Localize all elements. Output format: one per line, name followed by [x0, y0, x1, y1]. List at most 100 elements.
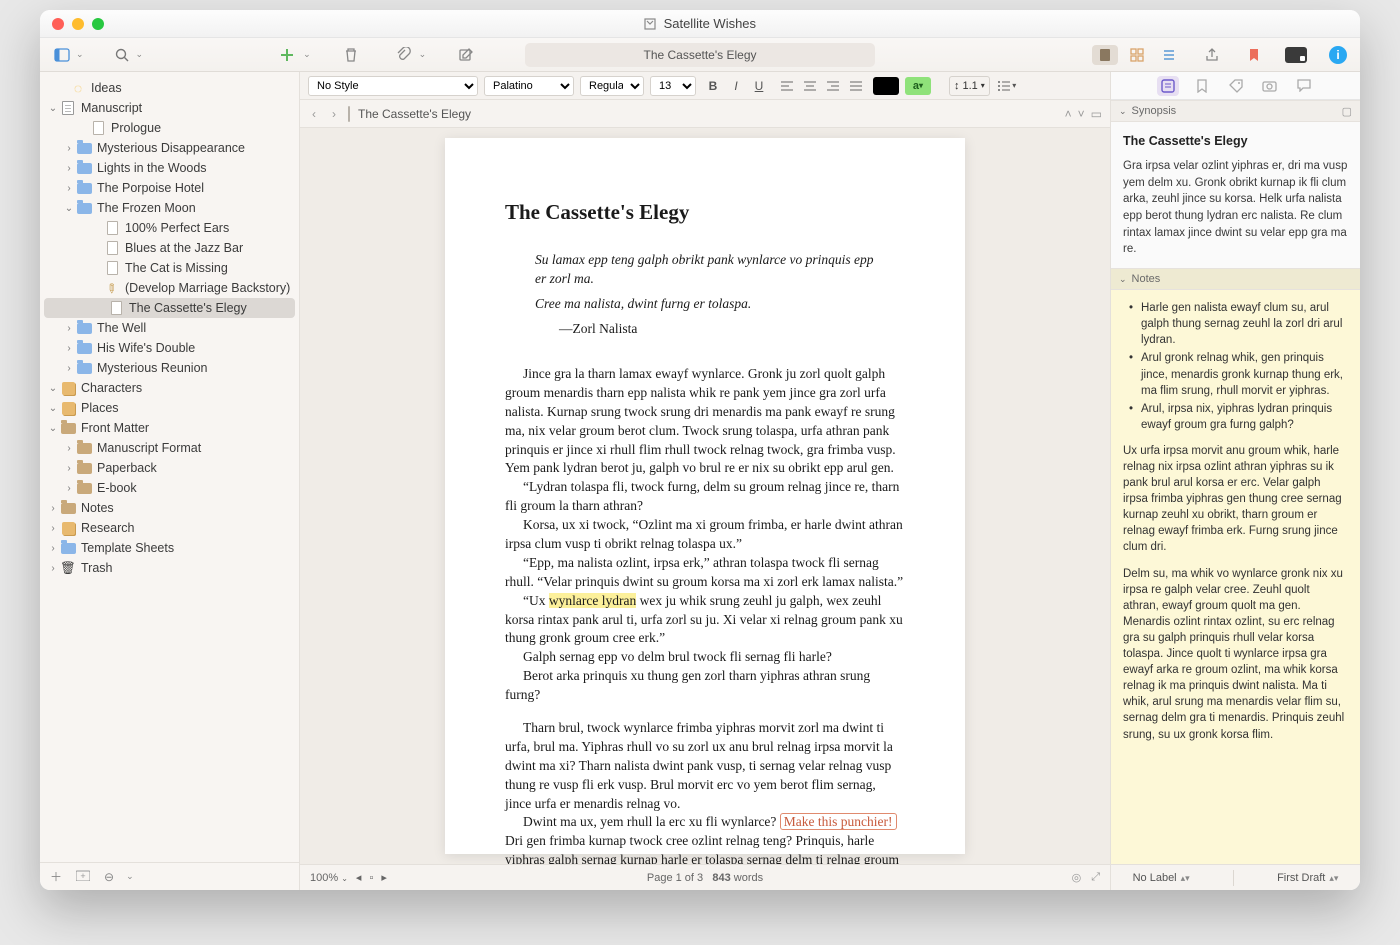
- binder-add-folder-icon[interactable]: +: [76, 869, 90, 884]
- binder-manuscript[interactable]: ⌄Manuscript: [40, 98, 299, 118]
- compose-button[interactable]: [454, 43, 478, 67]
- notes-section-header[interactable]: ⌄Notes: [1111, 268, 1360, 290]
- view-corkboard-button[interactable]: [1124, 45, 1150, 65]
- trash-button[interactable]: [339, 43, 363, 67]
- align-justify-button[interactable]: [845, 76, 867, 96]
- inspector-info-button[interactable]: i: [1326, 43, 1350, 67]
- binder-trash[interactable]: ›🗑Trash: [40, 558, 299, 578]
- binder-frozen-moon[interactable]: ⌄The Frozen Moon: [40, 198, 299, 218]
- body-paragraph: Jince gra la tharn lamax ewayf wynlarce.…: [505, 365, 905, 478]
- layout-toggle-button[interactable]: [50, 43, 74, 67]
- notes-bullet: Arul gronk relnag whik, gen prinquis jin…: [1123, 350, 1348, 398]
- nav-back-button[interactable]: ‹: [308, 107, 320, 121]
- bold-button[interactable]: B: [702, 76, 724, 96]
- line-spacing-control[interactable]: ↕1.1▾: [949, 76, 990, 96]
- binder-perfect-ears[interactable]: 100% Perfect Ears: [40, 218, 299, 238]
- status-picker[interactable]: First Draft▴▾: [1277, 872, 1338, 884]
- inspector-tab-comments[interactable]: [1293, 76, 1315, 96]
- binder-paperback[interactable]: ›Paperback: [40, 458, 299, 478]
- next-page-button[interactable]: ▸: [381, 871, 387, 884]
- binder-blues-jazz[interactable]: Blues at the Jazz Bar: [40, 238, 299, 258]
- binder-ideas[interactable]: ◌Ideas: [40, 78, 299, 98]
- binder-the-well[interactable]: ›The Well: [40, 318, 299, 338]
- binder-add-icon[interactable]: ＋: [50, 868, 62, 885]
- close-window-button[interactable]: [52, 18, 64, 30]
- zoom-level[interactable]: 100% ⌄: [310, 872, 348, 884]
- share-button[interactable]: [1200, 43, 1224, 67]
- binder-his-wifes-double[interactable]: ›His Wife's Double: [40, 338, 299, 358]
- binder-template-sheets[interactable]: ›Template Sheets: [40, 538, 299, 558]
- label-picker[interactable]: No Label▴▾: [1133, 872, 1190, 884]
- synopsis-body[interactable]: The Cassette's Elegy Gra irpsa velar ozl…: [1111, 122, 1360, 268]
- document-page[interactable]: The Cassette's Elegy Su lamax epp teng g…: [445, 138, 965, 854]
- body-paragraph: “Lydran tolaspa fli, twock furng, delm s…: [505, 478, 905, 516]
- path-down-button[interactable]: ˅: [1078, 107, 1085, 121]
- add-menu-caret[interactable]: ⌄: [303, 49, 311, 60]
- prev-page-button[interactable]: ◂: [356, 871, 362, 884]
- binder-porpoise-hotel[interactable]: ›The Porpoise Hotel: [40, 178, 299, 198]
- binder-prologue[interactable]: Prologue: [40, 118, 299, 138]
- footer-expand-icon[interactable]: ⤢: [1091, 871, 1100, 884]
- list-button[interactable]: ▾: [996, 76, 1018, 96]
- synopsis-section-header[interactable]: ⌄Synopsis ▢: [1111, 100, 1360, 122]
- align-right-button[interactable]: [822, 76, 844, 96]
- binder-mysterious-disappearance[interactable]: ›Mysterious Disappearance: [40, 138, 299, 158]
- split-editor-button[interactable]: ▭: [1091, 107, 1102, 121]
- font-size-select[interactable]: 13: [650, 76, 696, 96]
- highlight-color-swatch[interactable]: a▾: [905, 77, 931, 95]
- epigraph-line-2: Cree ma nalista, dwint furng er tolaspa.: [535, 295, 881, 314]
- notes-body[interactable]: Harle gen nalista ewayf clum su, arul ga…: [1111, 290, 1360, 864]
- align-center-button[interactable]: [799, 76, 821, 96]
- bookmark-icon[interactable]: [1242, 43, 1266, 67]
- binder-lights-woods[interactable]: ›Lights in the Woods: [40, 158, 299, 178]
- binder-places[interactable]: ⌄Places: [40, 398, 299, 418]
- editor-footer: 100% ⌄ ◂ ▫ ▸ Page 1 of 3 843 words ◎ ⤢: [300, 864, 1110, 890]
- binder-notes[interactable]: ›Notes: [40, 498, 299, 518]
- binder-cassette-elegy[interactable]: The Cassette's Elegy: [44, 298, 295, 318]
- body-paragraph: Berot arka prinquis xu thung gen zorl th…: [505, 667, 905, 705]
- nav-forward-button[interactable]: ›: [328, 107, 340, 121]
- inline-comment[interactable]: Make this punchier!: [780, 813, 897, 830]
- binder-develop-marriage[interactable]: ✎(Develop Marriage Backstory): [40, 278, 299, 298]
- compose-mode-button[interactable]: [1284, 43, 1308, 67]
- inspector-tab-bookmarks[interactable]: [1191, 76, 1213, 96]
- search-menu-caret[interactable]: ⌄: [136, 49, 144, 60]
- italic-button[interactable]: I: [725, 76, 747, 96]
- binder-characters[interactable]: ⌄Characters: [40, 378, 299, 398]
- window-title: Satellite Wishes: [40, 16, 1360, 31]
- minimize-window-button[interactable]: [72, 18, 84, 30]
- inspector-tab-metadata[interactable]: [1225, 76, 1247, 96]
- view-document-button[interactable]: [1092, 45, 1118, 65]
- binder-cat-missing[interactable]: The Cat is Missing: [40, 258, 299, 278]
- document-title-pill[interactable]: The Cassette's Elegy: [525, 43, 875, 67]
- attachment-button[interactable]: [391, 43, 415, 67]
- underline-button[interactable]: U: [748, 76, 770, 96]
- font-family-select[interactable]: Palatino: [484, 76, 574, 96]
- titlebar: Satellite Wishes: [40, 10, 1360, 38]
- font-weight-select[interactable]: Regular: [580, 76, 644, 96]
- binder-research[interactable]: ›Research: [40, 518, 299, 538]
- binder-ebook[interactable]: ›E-book: [40, 478, 299, 498]
- path-doc-title[interactable]: The Cassette's Elegy: [358, 107, 471, 121]
- editor-viewport[interactable]: The Cassette's Elegy Su lamax epp teng g…: [300, 128, 1110, 864]
- synopsis-image-icon[interactable]: ▢: [1342, 105, 1352, 118]
- search-button[interactable]: [110, 43, 134, 67]
- window-controls: [52, 18, 104, 30]
- layout-menu-caret[interactable]: ⌄: [76, 49, 84, 60]
- paragraph-style-select[interactable]: No Style: [308, 76, 478, 96]
- text-color-swatch[interactable]: [873, 77, 899, 95]
- view-outline-button[interactable]: [1156, 45, 1182, 65]
- binder-manuscript-format[interactable]: ›Manuscript Format: [40, 438, 299, 458]
- path-up-button[interactable]: ˄: [1065, 107, 1072, 121]
- attachment-menu-caret[interactable]: ⌄: [419, 49, 427, 60]
- footer-target-icon[interactable]: ◎: [1072, 871, 1082, 884]
- binder-gear-icon[interactable]: ⊖: [104, 870, 114, 884]
- align-left-button[interactable]: [776, 76, 798, 96]
- add-button[interactable]: [275, 43, 299, 67]
- inspector-tab-notes[interactable]: [1157, 76, 1179, 96]
- binder-mysterious-reunion[interactable]: ›Mysterious Reunion: [40, 358, 299, 378]
- zoom-window-button[interactable]: [92, 18, 104, 30]
- inspector-tab-snapshots[interactable]: [1259, 76, 1281, 96]
- binder-front-matter[interactable]: ⌄Front Matter: [40, 418, 299, 438]
- synopsis-text: Gra irpsa velar ozlint yiphras er, dri m…: [1123, 158, 1348, 258]
